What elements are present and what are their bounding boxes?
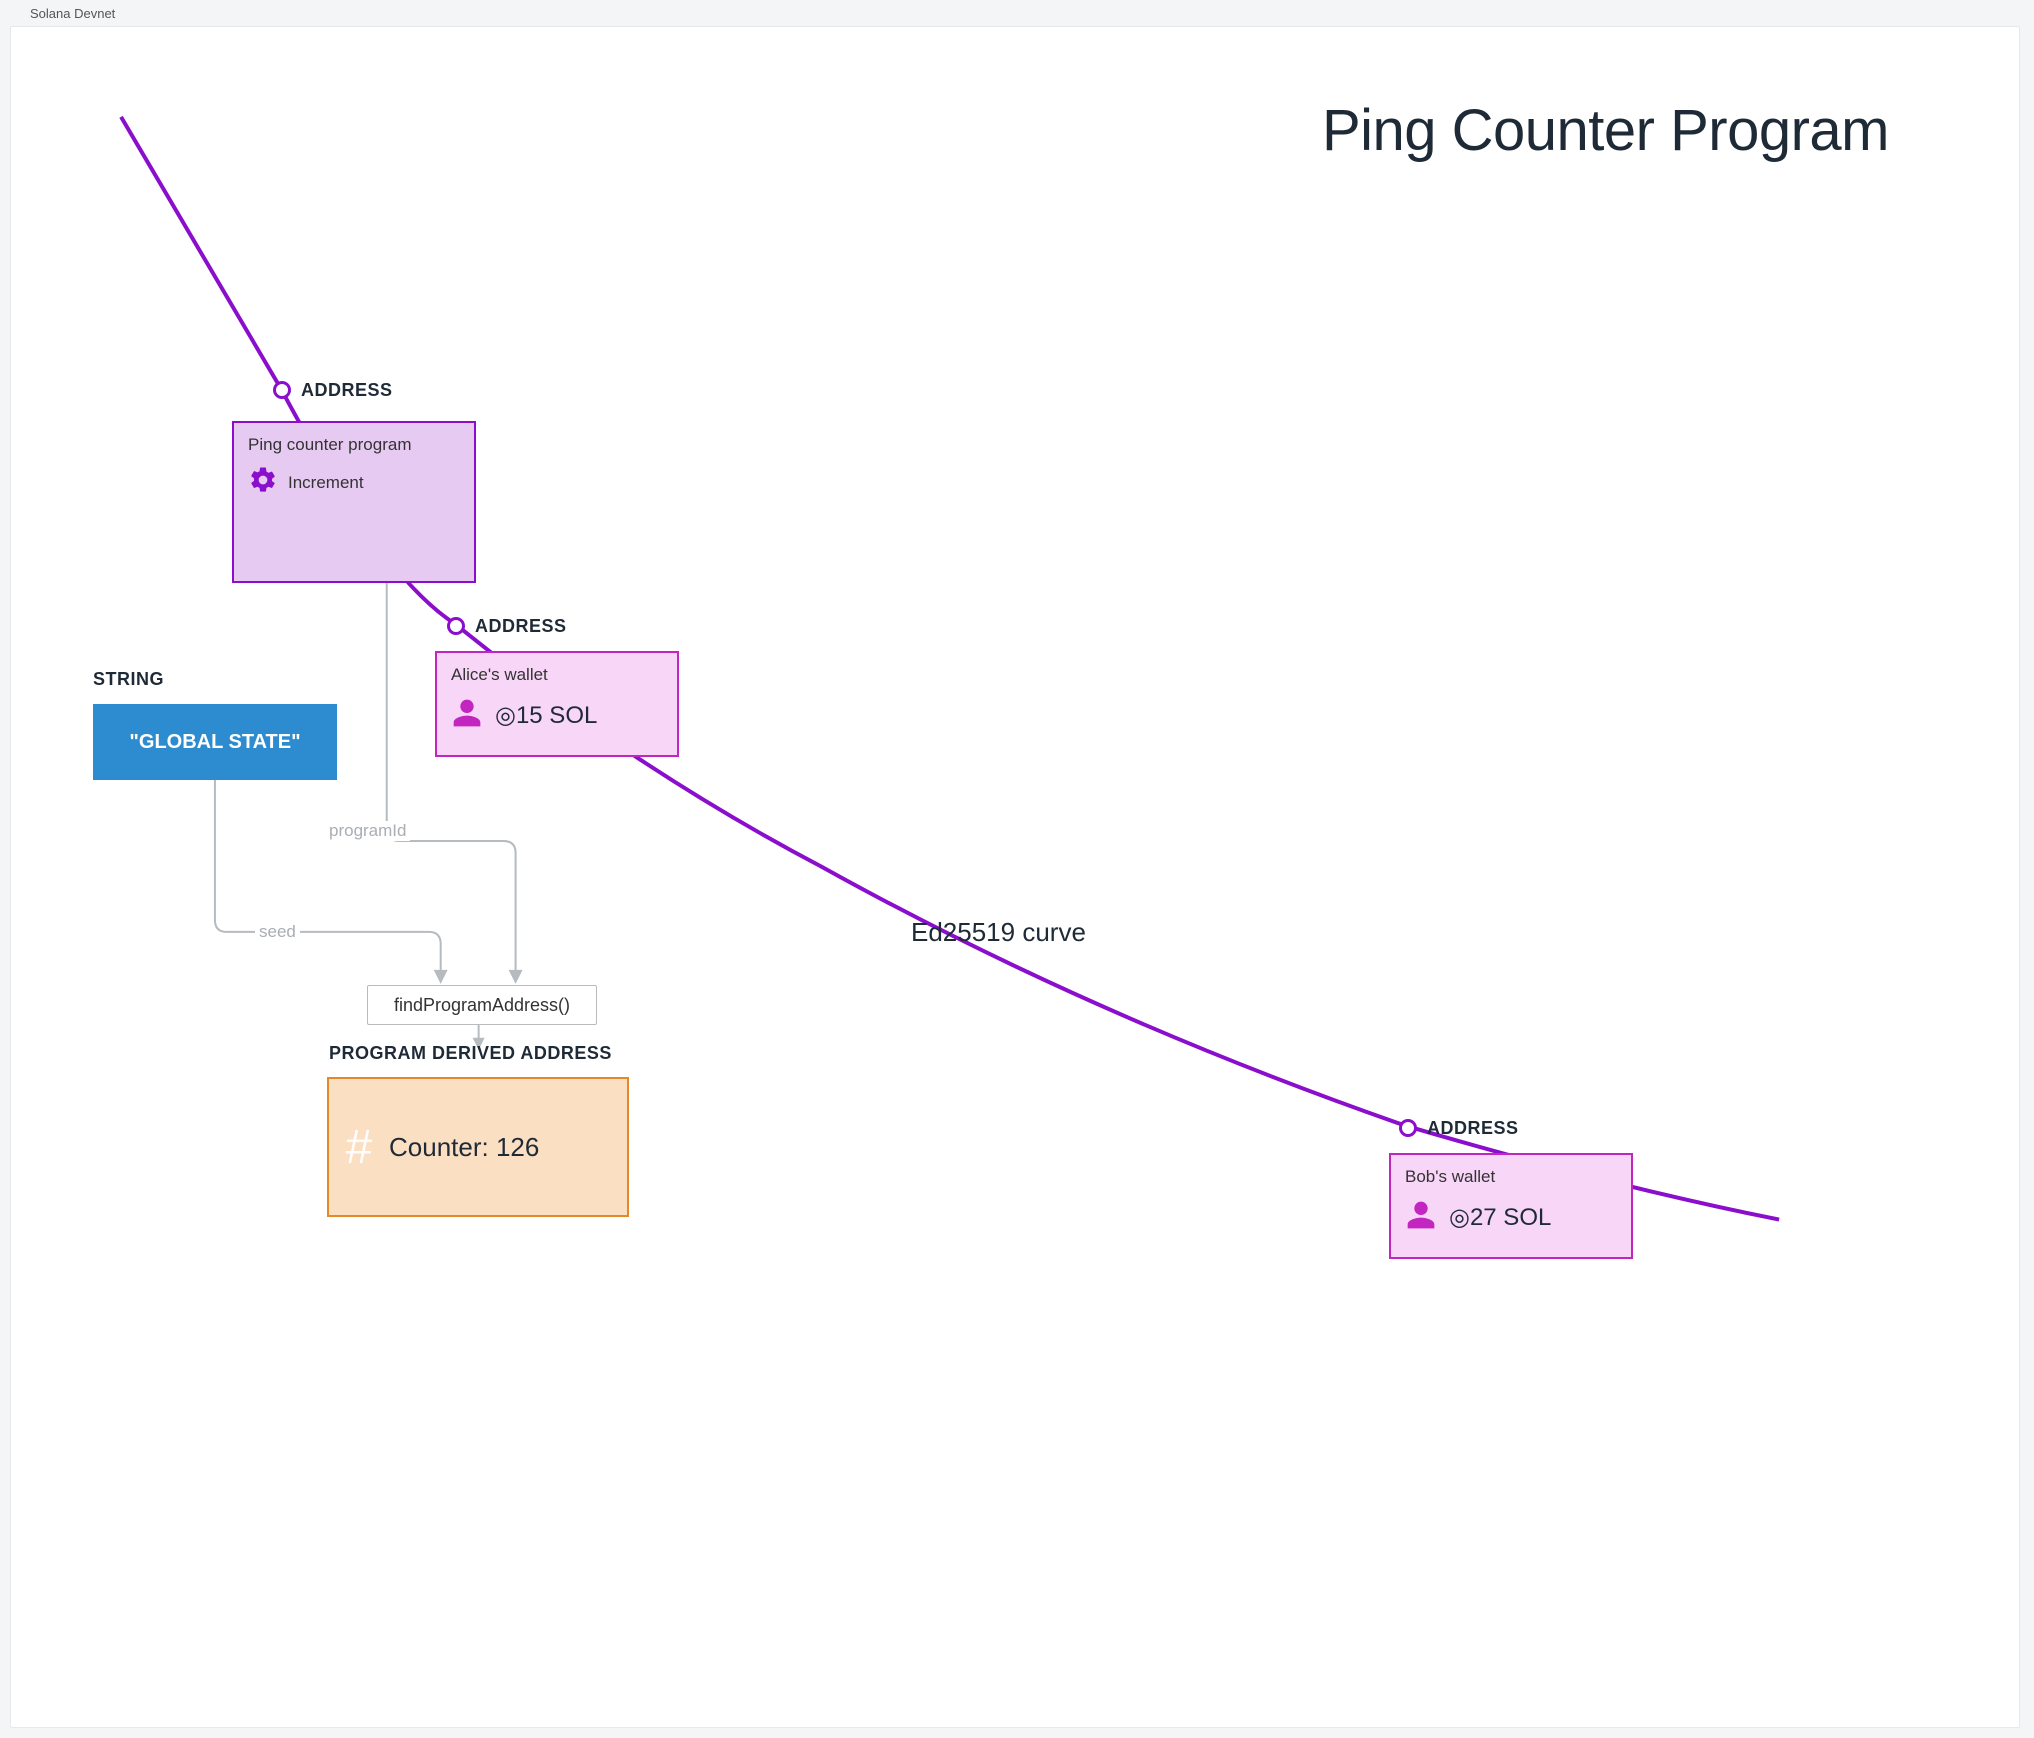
- address-dot-alice: [447, 617, 465, 635]
- string-value: "GLOBAL STATE": [129, 731, 300, 754]
- bob-wallet-title: Bob's wallet: [1405, 1167, 1617, 1187]
- address-label-program: ADDRESS: [301, 380, 393, 401]
- bob-wallet-row: ◎27 SOL: [1405, 1199, 1617, 1236]
- program-action-row: Increment: [248, 465, 460, 500]
- pda-label: PROGRAM DERIVED ADDRESS: [329, 1043, 612, 1064]
- user-icon: [451, 697, 483, 734]
- arrow-seed-head: [434, 970, 448, 984]
- diagram-title: Ping Counter Program: [1322, 97, 1889, 164]
- curve-label: Ed25519 curve: [911, 917, 1086, 948]
- address-label-alice: ADDRESS: [475, 616, 567, 637]
- address-dot-bob: [1399, 1119, 1417, 1137]
- alice-wallet-box: Alice's wallet ◎15 SOL: [435, 651, 679, 757]
- bob-wallet-box: Bob's wallet ◎27 SOL: [1389, 1153, 1633, 1259]
- find-fn-label: findProgramAddress(): [394, 995, 570, 1016]
- seed-path-label: seed: [255, 922, 300, 942]
- alice-wallet-title: Alice's wallet: [451, 665, 663, 685]
- programid-path-label: programId: [325, 821, 410, 841]
- address-dot-program: [273, 381, 291, 399]
- svg-layer: [11, 27, 2019, 1727]
- program-box-title: Ping counter program: [248, 435, 460, 455]
- arrow-programid-head: [509, 970, 523, 984]
- string-label: STRING: [93, 669, 164, 690]
- gear-icon: [248, 465, 278, 500]
- program-action-label: Increment: [288, 473, 364, 493]
- alice-balance: ◎15 SOL: [495, 701, 597, 730]
- address-label-bob: ADDRESS: [1427, 1118, 1519, 1139]
- program-box: Ping counter program Increment: [232, 421, 476, 583]
- user-icon: [1405, 1199, 1437, 1236]
- arrow-programid: [387, 582, 516, 974]
- counter-text: Counter: 126: [389, 1132, 539, 1163]
- arrow-seed: [215, 779, 441, 974]
- find-program-address-box: findProgramAddress(): [367, 985, 597, 1025]
- bob-balance: ◎27 SOL: [1449, 1203, 1551, 1232]
- diagram-canvas: Ping Counter Program Ed25519 curve ADDRE…: [10, 26, 2020, 1728]
- alice-wallet-row: ◎15 SOL: [451, 697, 663, 734]
- string-box: "GLOBAL STATE": [93, 704, 337, 780]
- page-label: Solana Devnet: [30, 6, 115, 21]
- counter-box: # Counter: 126: [327, 1077, 629, 1217]
- hash-icon: #: [329, 1120, 389, 1175]
